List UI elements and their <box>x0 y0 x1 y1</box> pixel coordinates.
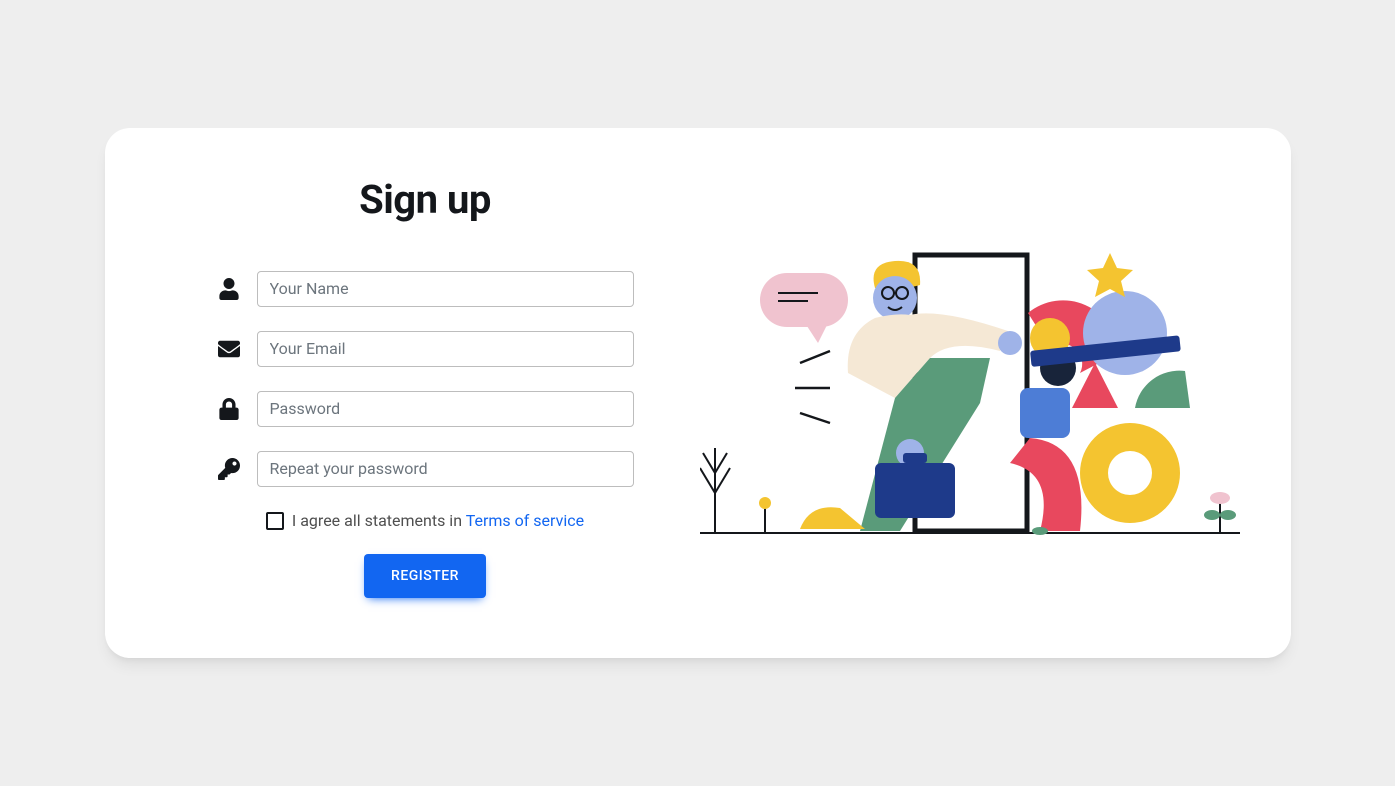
button-row: Register <box>217 554 634 598</box>
register-button[interactable]: Register <box>364 554 486 598</box>
card-row: Sign up <box>153 176 1243 610</box>
signup-card: Sign up <box>105 128 1291 658</box>
agree-checkbox[interactable] <box>266 512 284 530</box>
agree-text-before: I agree all statements in <box>292 511 466 530</box>
lock-icon <box>217 397 241 421</box>
key-icon <box>217 457 241 481</box>
repeat-password-row <box>217 451 634 487</box>
agree-row: I agree all statements in Terms of servi… <box>217 511 634 530</box>
password-input[interactable] <box>257 391 634 427</box>
user-icon <box>217 277 241 301</box>
signup-form: I agree all statements in Terms of servi… <box>217 271 634 598</box>
name-row <box>217 271 634 307</box>
password-row <box>217 391 634 427</box>
form-column: Sign up <box>153 176 698 610</box>
email-row <box>217 331 634 367</box>
envelope-icon <box>217 337 241 361</box>
repeat-password-input[interactable] <box>257 451 634 487</box>
page-title: Sign up <box>217 176 634 223</box>
name-input[interactable] <box>257 271 634 307</box>
email-input[interactable] <box>257 331 634 367</box>
agree-label[interactable]: I agree all statements in Terms of servi… <box>292 511 584 530</box>
illustration-column <box>698 243 1243 543</box>
signup-illustration <box>700 243 1240 543</box>
terms-of-service-link[interactable]: Terms of service <box>466 511 584 530</box>
